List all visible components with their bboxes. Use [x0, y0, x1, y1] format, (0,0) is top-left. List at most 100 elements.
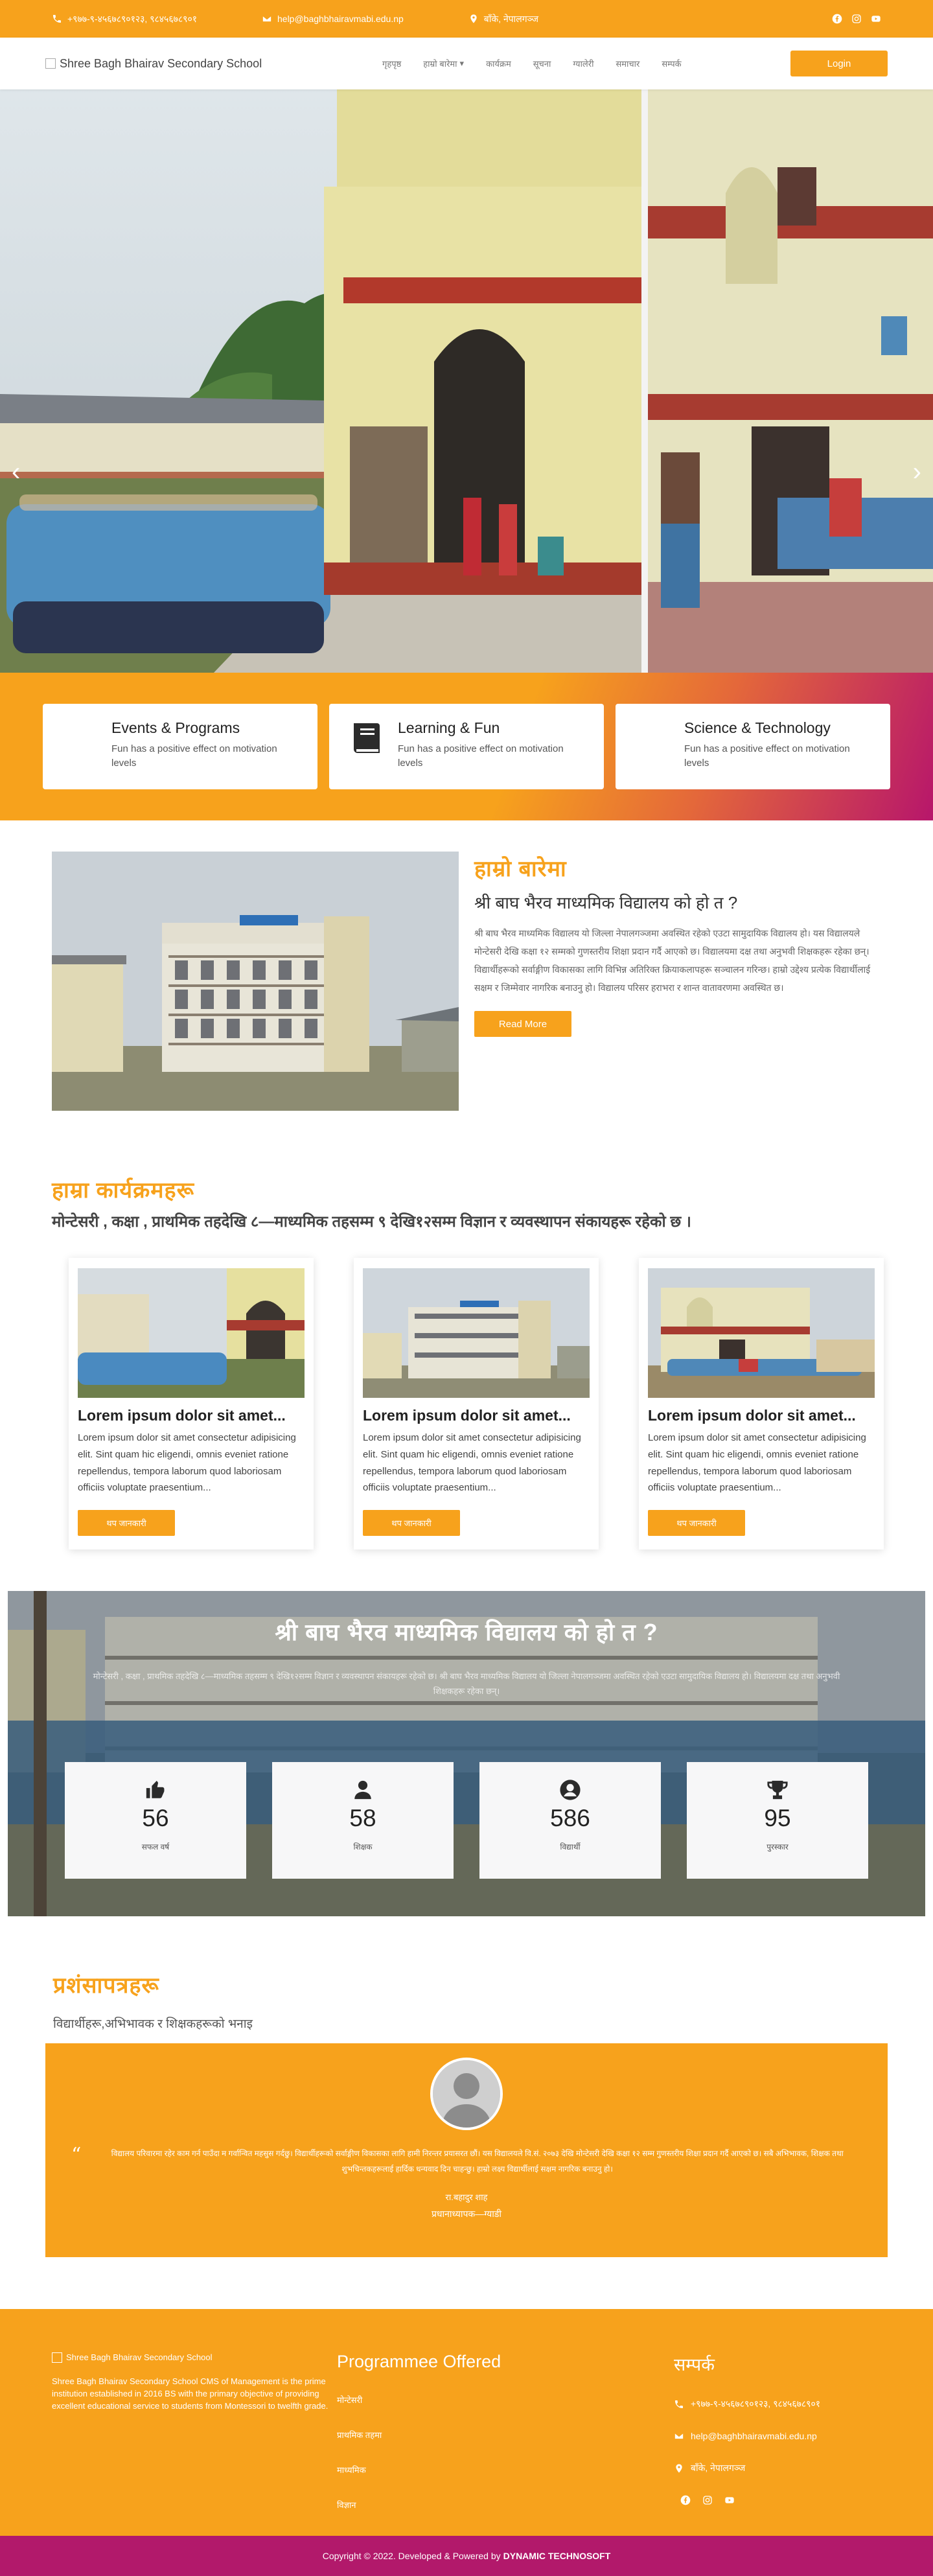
program-image	[363, 1268, 590, 1398]
thumbs-up-icon	[146, 1780, 165, 1798]
program-card: Lorem ipsum dolor sit amet... Lorem ipsu…	[354, 1258, 599, 1549]
stat-value: 586	[550, 1805, 590, 1831]
stat-label: विद्यार्थी	[560, 1842, 581, 1851]
copyright-bar: Copyright © 2022. Developed & Powered by…	[0, 2536, 933, 2576]
instagram-icon[interactable]	[702, 2495, 713, 2505]
school-building-image	[52, 852, 459, 1111]
nav-link-programs[interactable]: कार्यक्रम	[486, 58, 511, 69]
program-card-text: Lorem ipsum dolor sit amet consectetur a…	[78, 1432, 296, 1494]
phone-contact[interactable]: +९७७-९-४५६७८९०१२३, ९८४५६७८९०१	[52, 13, 197, 25]
youtube-icon[interactable]	[871, 14, 881, 24]
footer-contact: सम्पर्क +९७७-९-४५६७८९०१२३, ९८४५६७८९०१ he…	[674, 2352, 881, 2536]
footer-address-text: बाँके, नेपालगञ्ज	[691, 2463, 746, 2473]
program-card-title[interactable]: Lorem ipsum dolor sit amet...	[363, 1407, 590, 1424]
about-section: हाम्रो बारेमा श्री बाघ भैरव माध्यमिक विद…	[0, 820, 933, 1150]
nav-link-contact[interactable]: सम्पर्क	[662, 58, 681, 69]
flask-icon	[635, 719, 671, 758]
footer-about: Shree Bagh Bhairav Secondary School Shre…	[52, 2352, 337, 2536]
more-info-button[interactable]: थप जानकारी	[78, 1510, 175, 1536]
stat-card: 95 पुरस्कार	[687, 1762, 868, 1879]
program-card: Lorem ipsum dolor sit amet... Lorem ipsu…	[639, 1258, 884, 1549]
footer-phone-text: +९७७-९-४५६७८९०१२३, ९८४५६७८९०१	[691, 2398, 820, 2409]
more-info-button[interactable]: थप जानकारी	[648, 1510, 745, 1536]
footer-program-link[interactable]: माध्यमिक	[337, 2464, 674, 2476]
top-social-links	[832, 14, 881, 24]
testimonials-subtitle: विद्यार्थीहरू,अभिभावक र शिक्षकहरूको भनाइ	[53, 2017, 253, 2031]
stat-label: शिक्षक	[353, 1842, 373, 1851]
nav-link-about-label: हाम्रो बारेमा	[423, 59, 457, 69]
more-info-button[interactable]: थप जानकारी	[363, 1510, 460, 1536]
footer-email-text: help@baghbhairavmabi.edu.np	[691, 2431, 817, 2441]
nav-link-about[interactable]: हाम्रो बारेमा ▾	[423, 58, 464, 69]
program-card-text: Lorem ipsum dolor sit amet consectetur a…	[363, 1432, 581, 1494]
features-band: Events & Programs Fun has a positive eff…	[0, 673, 933, 820]
nav-link-notices[interactable]: सूचना	[533, 58, 551, 69]
about-title: हाम्रो बारेमा	[474, 857, 567, 881]
envelope-icon	[262, 15, 272, 23]
avatar	[430, 2058, 503, 2130]
nav-link-news[interactable]: समाचार	[616, 58, 639, 69]
facebook-icon[interactable]	[832, 14, 842, 24]
stat-value: 95	[764, 1805, 791, 1831]
nav-links: गृहपृष्ठ हाम्रो बारेमा ▾ कार्यक्रम सूचना …	[382, 58, 682, 69]
nav-link-gallery[interactable]: ग्यालेरी	[573, 58, 593, 69]
phone-icon	[53, 15, 61, 23]
broken-image-icon	[52, 2352, 62, 2363]
hero-slide-image	[0, 89, 933, 673]
calendar-icon	[62, 719, 98, 758]
email-text: help@baghbhairavmabi.edu.np	[277, 14, 404, 24]
testimonial-quote: “ विद्यालय परिवारमा रहेर काम गर्न पाउँदा…	[71, 2146, 862, 2177]
developer-link[interactable]: DYNAMIC TECHNOSOFT	[503, 2551, 611, 2561]
user-icon	[354, 1780, 371, 1800]
copyright-text: Copyright © 2022. Developed & Powered by	[322, 2551, 501, 2561]
footer-email[interactable]: help@baghbhairavmabi.edu.np	[674, 2431, 881, 2441]
top-contact-bar: +९७७-९-४५६७८९०१२३, ९८४५६७८९०१ help@baghb…	[0, 0, 933, 38]
feature-title: Learning & Fun	[398, 719, 500, 736]
feature-text: Fun has a positive effect on motivation …	[111, 743, 277, 769]
carousel-prev-arrow[interactable]: ‹	[12, 459, 20, 485]
feature-card-events[interactable]: Events & Programs Fun has a positive eff…	[43, 704, 317, 789]
caret-down-icon: ▾	[459, 58, 465, 68]
programs-title: हाम्रा कार्यक्रमहरू	[52, 1178, 194, 1203]
footer-social-links	[680, 2495, 881, 2505]
email-contact[interactable]: help@baghbhairavmabi.edu.np	[262, 14, 404, 24]
program-image	[648, 1268, 875, 1398]
instagram-icon[interactable]	[851, 14, 862, 24]
about-content: हाम्रो बारेमा श्री बाघ भैरव माध्यमिक विद…	[474, 852, 881, 1111]
map-marker-icon	[470, 14, 477, 23]
carousel-next-arrow[interactable]: ›	[913, 459, 921, 485]
stat-cards: 56 सफल वर्ष 58 शिक्षक 586 विद्यार्थी 95 …	[65, 1762, 868, 1879]
feature-title: Science & Technology	[684, 719, 831, 736]
footer-program-link[interactable]: मोन्टेसरी	[337, 2394, 674, 2406]
footer-programs: Programmee Offered मोन्टेसरी प्राथमिक तह…	[337, 2352, 674, 2536]
footer-program-link[interactable]: प्राथमिक तहमा	[337, 2429, 674, 2441]
nav-link-home[interactable]: गृहपृष्ठ	[382, 58, 401, 69]
stat-card: 586 विद्यार्थी	[479, 1762, 661, 1879]
about-body: श्री बाघ भैरव माध्यमिक विद्यालय यो जिल्ल…	[474, 928, 871, 993]
login-button[interactable]: Login	[790, 51, 888, 76]
facebook-icon[interactable]	[680, 2495, 691, 2505]
program-card-text: Lorem ipsum dolor sit amet consectetur a…	[648, 1432, 866, 1494]
program-card-title[interactable]: Lorem ipsum dolor sit amet...	[648, 1407, 875, 1424]
site-logo[interactable]: Shree Bagh Bhairav Secondary School	[45, 57, 382, 71]
feature-card-learning[interactable]: Learning & Fun Fun has a positive effect…	[329, 704, 604, 789]
program-image	[78, 1268, 305, 1398]
footer-address: बाँके, नेपालगञ्ज	[674, 2462, 881, 2474]
footer: Shree Bagh Bhairav Secondary School Shre…	[0, 2309, 933, 2536]
footer-program-link[interactable]: विज्ञान	[337, 2499, 674, 2511]
footer-phone[interactable]: +९७७-९-४५६७८९०१२३, ९८४५६७८९०१	[674, 2398, 881, 2410]
map-marker-icon	[676, 2463, 682, 2473]
logo-alt-text: Shree Bagh Bhairav Secondary School	[60, 56, 262, 70]
testimonial-role: प्रधानाध्यापक—ग्याडी	[431, 2209, 502, 2219]
footer-logo[interactable]: Shree Bagh Bhairav Secondary School	[52, 2352, 337, 2364]
trophy-icon	[767, 1780, 788, 1800]
feature-card-science[interactable]: Science & Technology Fun has a positive …	[616, 704, 890, 789]
youtube-icon[interactable]	[724, 2495, 735, 2505]
testimonials-section: प्रशंसापत्रहरू विद्यार्थीहरू,अभिभावक र श…	[0, 1916, 933, 2257]
read-more-button[interactable]: Read More	[474, 1011, 571, 1037]
feature-text: Fun has a positive effect on motivation …	[398, 743, 564, 769]
stat-label: सफल वर्ष	[141, 1842, 170, 1851]
program-card-title[interactable]: Lorem ipsum dolor sit amet...	[78, 1407, 305, 1424]
stat-label: पुरस्कार	[766, 1842, 789, 1851]
user-circle-icon	[560, 1780, 581, 1800]
